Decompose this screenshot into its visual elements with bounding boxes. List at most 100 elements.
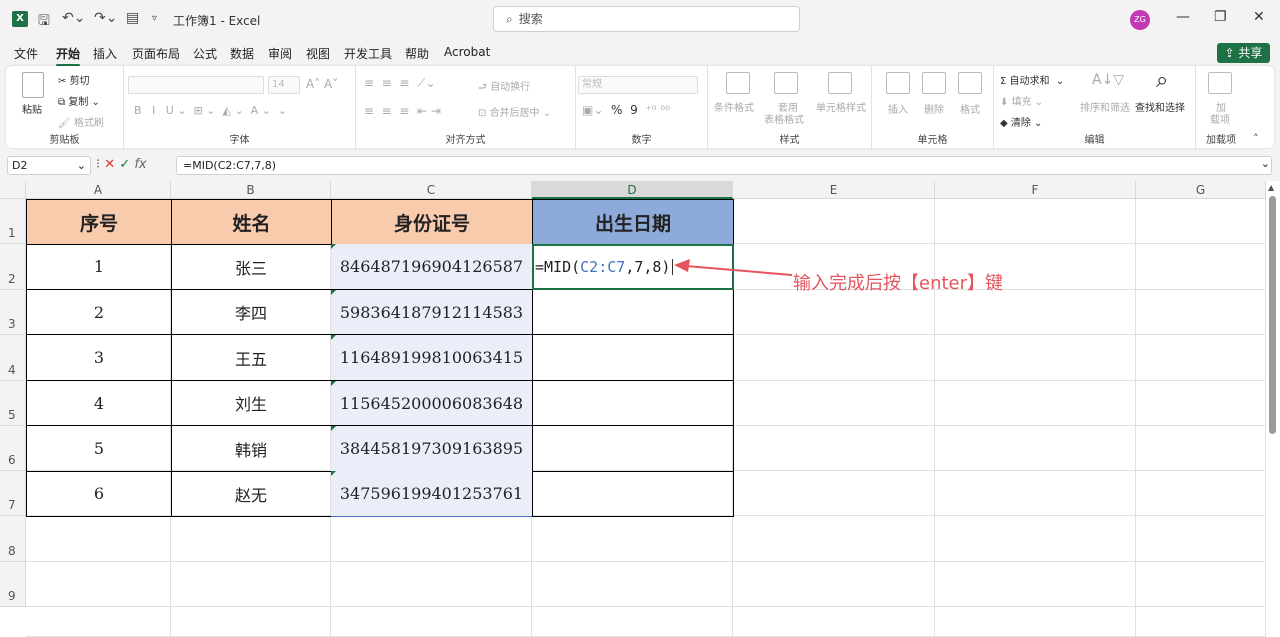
cell-d7[interactable] — [532, 471, 734, 517]
tab-formulas[interactable]: 公式 — [193, 45, 217, 62]
grid-cell[interactable] — [935, 381, 1136, 426]
row-header-4[interactable]: 4 — [0, 335, 26, 381]
row-header-8[interactable]: 8 — [0, 516, 26, 562]
header-cell-birthdate[interactable]: 出生日期 — [532, 199, 734, 245]
cell-b4[interactable]: 王五 — [171, 335, 332, 381]
grid-cell[interactable] — [733, 335, 935, 381]
column-header-b[interactable]: B — [171, 181, 331, 199]
tab-home[interactable]: 开始 — [56, 45, 81, 67]
tab-developer[interactable]: 开发工具 — [344, 45, 392, 62]
row-header-7[interactable]: 7 — [0, 471, 26, 516]
format-cells-button[interactable]: 格式 — [960, 101, 980, 116]
worksheet[interactable]: A B C D E F G 1 2 3 4 5 6 7 8 9 序号 姓名 身份… — [0, 181, 1280, 637]
cell-d3[interactable] — [532, 290, 734, 335]
grid-cell[interactable] — [733, 607, 935, 637]
grid-cell[interactable] — [733, 381, 935, 426]
column-header-f[interactable]: F — [935, 181, 1136, 199]
row-header-1[interactable]: 1 — [0, 199, 26, 244]
grid-cell[interactable] — [331, 562, 532, 607]
sort-filter-button[interactable]: 排序和筛选 — [1080, 99, 1130, 114]
align-top-icons[interactable]: ≡ ≡ ≡ ⟋⌄ — [364, 76, 436, 91]
grid-cell[interactable] — [26, 562, 171, 607]
grid-cell[interactable] — [532, 562, 733, 607]
grid-cell[interactable] — [935, 607, 1136, 637]
format-as-table-icon[interactable] — [774, 72, 798, 94]
row-header-3[interactable]: 3 — [0, 290, 26, 335]
grid-cell[interactable] — [935, 335, 1136, 381]
cell-d5[interactable] — [532, 381, 734, 426]
grid-cell[interactable] — [733, 290, 935, 335]
cell-a3[interactable]: 2 — [26, 290, 172, 335]
grid-cell[interactable] — [733, 516, 935, 562]
tab-data[interactable]: 数据 — [230, 45, 254, 62]
paste-button[interactable]: 粘贴 — [22, 101, 42, 116]
redo-icon[interactable]: ↷⌄ — [94, 10, 117, 26]
conditional-format-icon[interactable] — [726, 72, 750, 94]
grid-cell[interactable] — [331, 516, 532, 562]
grid-cell[interactable] — [935, 562, 1136, 607]
grid-cell[interactable] — [1136, 471, 1266, 516]
grid-cell[interactable] — [1136, 607, 1266, 637]
insert-cells-button[interactable]: 插入 — [888, 101, 908, 116]
cell-d6[interactable] — [532, 426, 734, 472]
grid-cell[interactable] — [171, 562, 331, 607]
header-cell-id[interactable]: 身份证号 — [331, 199, 533, 245]
cell-a4[interactable]: 3 — [26, 335, 172, 381]
grid-cell[interactable] — [733, 562, 935, 607]
header-cell-no[interactable]: 序号 — [26, 199, 172, 245]
cell-styles-button[interactable]: 单元格样式 — [816, 99, 866, 114]
customize-qa-icon[interactable]: ▿ — [152, 13, 157, 24]
autosum-button[interactable]: Σ 自动求和 ⌄ — [1000, 72, 1064, 87]
cell-c4[interactable]: 116489199810063415 — [331, 335, 533, 381]
clear-button[interactable]: ◆ 清除 ⌄ — [1000, 114, 1042, 129]
restore-icon[interactable]: ❐ — [1214, 9, 1227, 25]
column-header-a[interactable]: A — [26, 181, 171, 199]
grid-cell[interactable] — [1136, 290, 1266, 335]
fill-button[interactable]: ⬇ 填充 ⌄ — [1000, 93, 1043, 108]
row-header-6[interactable]: 6 — [0, 426, 26, 471]
grid-cell[interactable] — [1136, 381, 1266, 426]
column-header-c[interactable]: C — [331, 181, 532, 199]
cell-a7[interactable]: 6 — [26, 471, 172, 517]
sort-filter-icon[interactable]: A↓▽ — [1092, 72, 1124, 88]
cell-c6[interactable]: 384458197309163895 — [331, 426, 533, 472]
scroll-thumb[interactable] — [1269, 196, 1276, 434]
grid-cell[interactable] — [171, 516, 331, 562]
cell-c7[interactable]: 347596199401253761 — [331, 471, 533, 517]
grid-cell[interactable] — [532, 516, 733, 562]
row-header-2[interactable]: 2 — [0, 244, 26, 290]
grid-cell[interactable] — [532, 607, 733, 637]
addins-icon[interactable] — [1208, 72, 1232, 94]
expand-formula-icon[interactable]: ⌄ — [1261, 157, 1270, 170]
font-name-combo[interactable] — [128, 76, 264, 94]
grid-cell[interactable] — [26, 607, 171, 637]
grid-cell[interactable] — [733, 426, 935, 471]
font-style-icons[interactable]: B I U ⌄ ⊞ ⌄ ◭ ⌄ A ⌄ ⌄ — [134, 104, 287, 117]
tab-insert[interactable]: 插入 — [93, 45, 117, 62]
cell-b7[interactable]: 赵无 — [171, 471, 332, 517]
fx-icon[interactable]: fx — [134, 157, 146, 172]
grid-cell[interactable] — [1136, 244, 1266, 290]
grid-cell[interactable] — [171, 607, 331, 637]
format-cells-icon[interactable] — [958, 72, 982, 94]
grid-cell[interactable] — [733, 199, 935, 244]
scroll-up-icon[interactable]: ▲ — [1268, 183, 1274, 192]
column-header-d[interactable]: D — [532, 181, 733, 199]
cancel-icon[interactable]: ✕ — [104, 157, 115, 172]
number-format-combo[interactable]: 常规 — [578, 76, 698, 94]
find-select-button[interactable]: 查找和选择 — [1135, 99, 1185, 114]
form-icon[interactable]: ▤ — [126, 10, 139, 26]
grid-cell[interactable] — [1136, 426, 1266, 471]
grid-cell[interactable] — [733, 471, 935, 516]
cell-b5[interactable]: 刘生 — [171, 381, 332, 426]
search-box[interactable]: ⌕ 搜索 — [493, 6, 800, 32]
tab-help[interactable]: 帮助 — [405, 45, 429, 62]
cell-b6[interactable]: 韩销 — [171, 426, 332, 472]
cell-a2[interactable]: 1 — [26, 244, 172, 290]
close-icon[interactable]: ✕ — [1253, 9, 1265, 25]
share-button[interactable]: ⇪ 共享 — [1217, 43, 1270, 63]
font-grow-icon[interactable]: A˄ A˅ — [306, 77, 338, 91]
column-header-g[interactable]: G — [1136, 181, 1266, 199]
cell-b2[interactable]: 张三 — [171, 244, 332, 290]
save-icon[interactable]: 🖫 — [38, 10, 50, 34]
